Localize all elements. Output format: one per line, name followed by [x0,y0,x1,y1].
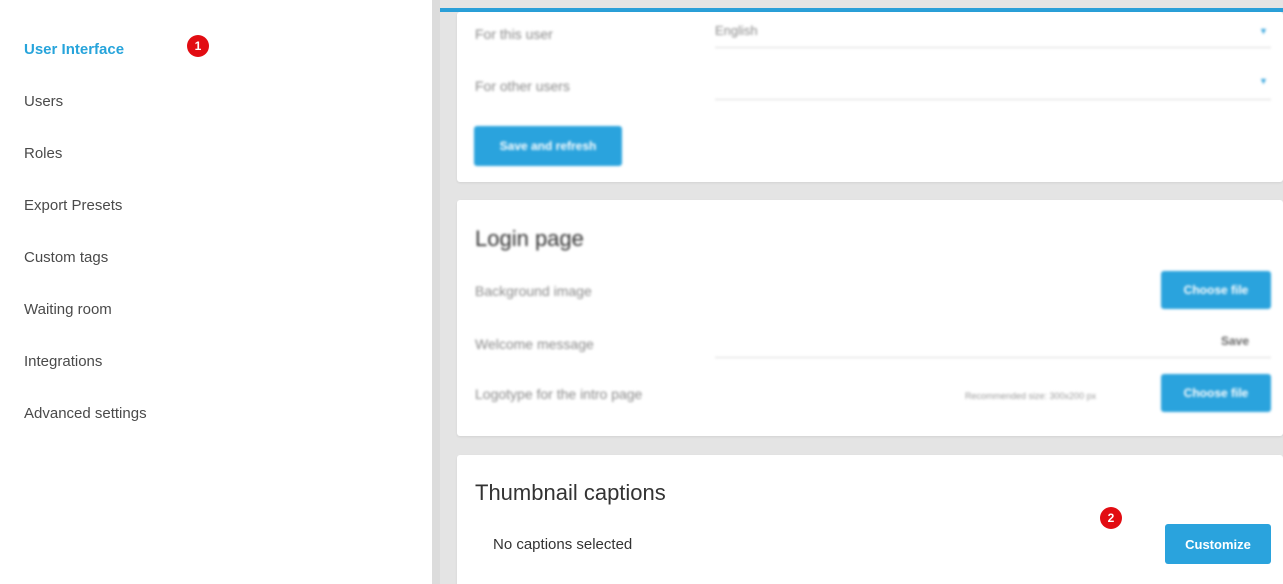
welcome-message-input[interactable] [715,357,1271,358]
login-page-title: Login page [475,226,584,251]
save-and-refresh-button[interactable]: Save and refresh [474,126,622,166]
sidebar-item-user-interface[interactable]: User Interface [24,41,124,58]
background-image-label: Background image [475,283,592,299]
sidebar-item-waiting-room[interactable]: Waiting room [24,301,112,318]
sidebar-item-integrations[interactable]: Integrations [24,353,102,370]
welcome-message-label: Welcome message [475,336,594,352]
for-other-users-label: For other users [475,78,570,94]
background-choose-file-button[interactable]: Choose file [1161,271,1271,309]
logotype-label: Logotype for the intro page [475,386,643,402]
for-this-user-label: For this user [475,26,553,42]
language-card: For this user English ▼ For other users … [457,12,1283,182]
sidebar-divider [432,0,440,584]
captions-status-text: No captions selected [493,536,633,553]
thumbnail-captions-card: Thumbnail captions No captions selected … [457,455,1283,584]
logotype-size-note: Recommended size: 300x200 px [965,391,1097,401]
customize-button[interactable]: Customize [1165,524,1271,564]
chevron-down-icon[interactable]: ▼ [1259,76,1268,86]
chevron-down-icon[interactable]: ▼ [1259,26,1268,36]
sidebar-item-custom-tags[interactable]: Custom tags [24,249,108,266]
sidebar-item-roles[interactable]: Roles [24,145,62,162]
welcome-save-link[interactable]: Save [1221,334,1249,348]
settings-sidebar: User Interface 1 Users Roles Export Pres… [0,0,432,584]
for-this-user-select[interactable]: English [715,23,758,38]
thumbnail-captions-title: Thumbnail captions [475,480,666,505]
annotation-badge-1: 1 [187,35,209,57]
logotype-choose-file-button[interactable]: Choose file [1161,374,1271,412]
select-underline [715,47,1271,48]
sidebar-item-advanced-settings[interactable]: Advanced settings [24,405,147,422]
sidebar-item-export-presets[interactable]: Export Presets [24,197,122,214]
main-content: For this user English ▼ For other users … [440,0,1283,584]
login-page-card: Login page Background image Choose file … [457,200,1283,436]
annotation-badge-2: 2 [1100,507,1122,529]
sidebar-item-users[interactable]: Users [24,93,63,110]
select-underline [715,99,1271,100]
